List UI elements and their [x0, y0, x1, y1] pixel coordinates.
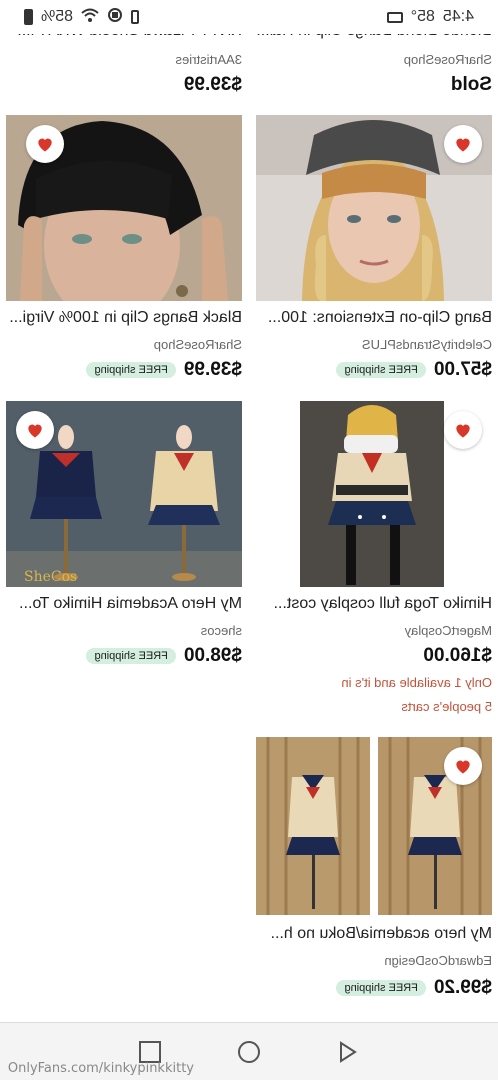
price: $99.20: [433, 977, 492, 998]
cart-notice-line2: 5 people's carts: [401, 699, 492, 714]
back-icon: [340, 1040, 358, 1063]
price-row: $39.99: [184, 74, 242, 96]
cart-notice: Only 1 available and it's in 5 people's …: [341, 671, 492, 719]
free-shipping-badge: FREE shipping: [86, 648, 176, 664]
favorite-button[interactable]: [444, 411, 482, 449]
shop-name[interactable]: 3AArtistries: [176, 52, 242, 67]
free-shipping-badge: FREE shipping: [336, 980, 426, 996]
watermark-text: OnlyFans.com/kinkypinkkitty: [8, 1061, 195, 1076]
back-button[interactable]: [335, 1039, 361, 1065]
favorite-button[interactable]: [16, 411, 54, 449]
listing-title[interactable]: My Hero Academia Himiko To...: [6, 595, 242, 613]
price-row: $57.00 FREE shipping: [336, 359, 492, 381]
price-row: Sold: [451, 74, 492, 96]
vibrate-icon: [131, 10, 140, 24]
heart-icon: [38, 138, 52, 152]
battery-icon: [24, 9, 33, 25]
price: $98.00: [183, 645, 242, 666]
shop-name[interactable]: shecos: [201, 623, 242, 638]
shop-name[interactable]: SharRoseShop: [154, 337, 242, 352]
price-row: $160.00: [423, 645, 492, 667]
price-row: $39.99 FREE shipping: [86, 359, 242, 381]
listing-title[interactable]: Himiko Toga full cosplay cost...: [256, 595, 492, 613]
price: $57.00: [433, 359, 492, 380]
price: $39.99: [183, 359, 242, 380]
home-icon: [238, 1040, 261, 1063]
tv-icon: [386, 11, 403, 23]
listing-title[interactable]: Black Bangs Clip in 100% Virgi...: [6, 309, 242, 327]
favorite-button[interactable]: [444, 125, 482, 163]
battery-percent: 85%: [41, 8, 74, 25]
heart-icon: [456, 760, 470, 774]
favorite-button[interactable]: [444, 747, 482, 785]
sold-label: Sold: [450, 74, 492, 95]
heart-icon: [456, 424, 470, 438]
clock: 4:45: [442, 8, 474, 25]
shop-name[interactable]: MagertCosplay: [405, 623, 492, 638]
heart-icon: [28, 424, 42, 438]
wifi-icon: [81, 8, 99, 27]
shop-name[interactable]: SharRoseShop: [404, 52, 492, 67]
price-row: $99.20 FREE shipping: [336, 977, 492, 999]
heart-icon: [456, 138, 470, 152]
status-bar: 4:45 85° 85%: [0, 0, 498, 34]
price-row: $98.00 FREE shipping: [86, 645, 242, 667]
recents-icon: [138, 1040, 161, 1063]
price: $39.99: [183, 74, 242, 95]
mirrored-screen: 4:45 85° 85% Blonde Blond Bangs Clip in …: [0, 0, 498, 1080]
free-shipping-badge: FREE shipping: [336, 362, 426, 378]
shop-name[interactable]: CelebrityStrandsPLUS: [362, 337, 492, 352]
listing-title[interactable]: Bang Clip-on Extensions: 100...: [256, 309, 492, 327]
shop-name[interactable]: EdwardCosDesign: [384, 953, 492, 968]
home-button[interactable]: [236, 1039, 262, 1065]
favorite-button[interactable]: [26, 125, 64, 163]
sync-icon: [107, 7, 123, 28]
system-nav-bar: OnlyFans.com/kinkypinkkitty: [0, 1022, 498, 1080]
cart-notice-line1: Only 1 available and it's in: [341, 675, 492, 690]
status-right: 85%: [24, 7, 140, 28]
status-left: 4:45 85°: [386, 8, 474, 26]
listing-title[interactable]: My hero academia/Boku no h...: [256, 925, 492, 943]
free-shipping-badge: FREE shipping: [86, 362, 176, 378]
svg-text:SheCos: SheCos: [24, 569, 77, 585]
price: $160.00: [423, 645, 492, 666]
temperature: 85°: [410, 8, 435, 25]
